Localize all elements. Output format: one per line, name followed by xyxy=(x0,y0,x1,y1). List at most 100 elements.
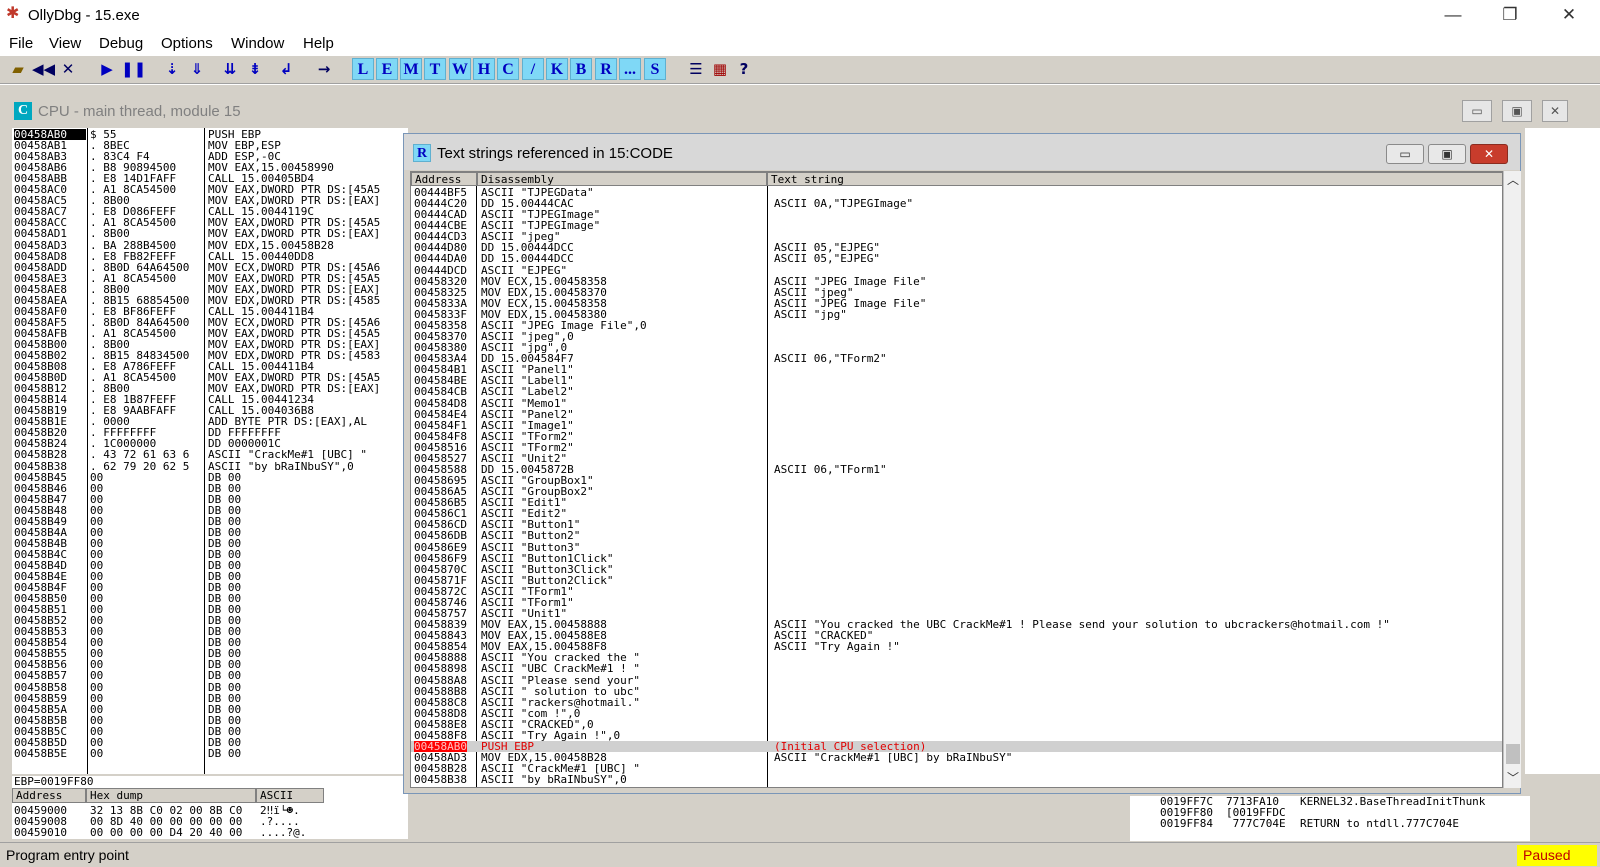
disasm-row[interactable]: 00458B46 00 DB 00 xyxy=(12,483,408,494)
string-row[interactable]: 00444DA0 DD 15.00444DCC ASCII 05,"EJPEG" xyxy=(411,253,1502,264)
vertical-scrollbar[interactable]: ︿ ﹀ xyxy=(1503,171,1521,788)
grid-icon[interactable]: ▦ xyxy=(709,58,731,80)
cpu-button[interactable]: C xyxy=(497,58,519,80)
disasm-row[interactable]: 00458B5C 00 DB 00 xyxy=(12,726,408,737)
close-button[interactable]: ✕ xyxy=(1540,0,1598,30)
disasm-row[interactable]: 00458B4C 00 DB 00 xyxy=(12,549,408,560)
dump-header-address[interactable]: Address xyxy=(12,788,86,803)
string-row[interactable]: 00444CBE ASCII "TJPEGImage" xyxy=(411,220,1502,231)
windows-button[interactable]: W xyxy=(449,58,471,80)
cpu-disassembly-pane[interactable]: 00458AB0 $ 55 PUSH EBP 00458AB1 . 8BEC MOV EB… xyxy=(12,128,408,774)
disasm-row[interactable]: 00458B19 . E8 9AABFAFF CALL 15.004036B8 xyxy=(12,405,408,416)
header-disassembly[interactable]: Disassembly xyxy=(477,172,767,186)
dialog-close-button[interactable]: ✕ xyxy=(1470,144,1508,164)
disasm-row[interactable]: 00458B14 . E8 1B87FEFF CALL 15.00441234 xyxy=(12,394,408,405)
string-row[interactable]: 004584BE ASCII "Label1" xyxy=(411,375,1502,386)
minimize-button[interactable]: — xyxy=(1424,0,1482,30)
disasm-row[interactable]: 00458AE3 . A1 8CA54500 MOV EAX,DWORD PTR D… xyxy=(12,273,408,284)
menu-view[interactable]: View xyxy=(49,35,81,52)
string-row[interactable]: 00458320 MOV ECX,15.00458358 ASCII "JPEG I… xyxy=(411,276,1502,287)
string-row[interactable]: 004588F8 ASCII "Try Again !",0 xyxy=(411,730,1502,741)
handles-button[interactable]: H xyxy=(473,58,495,80)
string-row[interactable]: 0045872C ASCII "TForm1" xyxy=(411,586,1502,597)
disasm-row[interactable]: 00458B12 . 8B00 MOV EAX,DWORD PTR DS:[EAX] xyxy=(12,383,408,394)
disasm-row[interactable]: 00458AE8 . 8B00 MOV EAX,DWORD PTR DS:[EAX] xyxy=(12,284,408,295)
disasm-row[interactable]: 00458B58 00 DB 00 xyxy=(12,682,408,693)
cpu-restore-button[interactable]: ▣ xyxy=(1502,100,1532,122)
disasm-row[interactable]: 00458AF0 . E8 BF86FEFF CALL 15.004411B4 xyxy=(12,306,408,317)
disasm-row[interactable]: 00458AEA . 8B15 68854500 MOV EDX,DWORD PTR… xyxy=(12,295,408,306)
disasm-row[interactable]: 00458B48 00 DB 00 xyxy=(12,505,408,516)
menu-file[interactable]: File xyxy=(9,35,33,52)
disasm-row[interactable]: 00458AFB . A1 8CA54500 MOV EAX,DWORD PTR D… xyxy=(12,328,408,339)
disasm-row[interactable]: 00458AC5 . 8B00 MOV EAX,DWORD PTR DS:[EAX] xyxy=(12,195,408,206)
string-row[interactable]: 00458358 ASCII "JPEG Image File",0 xyxy=(411,320,1502,331)
disasm-row[interactable]: 00458ADD . 8B0D 64A64500 MOV ECX,DWORD PTR… xyxy=(12,262,408,273)
string-row[interactable]: 0045871F ASCII "Button2Click" xyxy=(411,575,1502,586)
menu-debug[interactable]: Debug xyxy=(99,35,143,52)
disasm-row[interactable]: 00458B59 00 DB 00 xyxy=(12,693,408,704)
disasm-row[interactable]: 00458B53 00 DB 00 xyxy=(12,626,408,637)
open-icon[interactable]: ▰ xyxy=(7,58,29,80)
dump-row[interactable]: 00459010 00 00 00 00 D4 20 40 00 ....?@. xyxy=(12,827,408,838)
execute-till-return-icon[interactable]: ↲ xyxy=(275,58,297,80)
disasm-row[interactable]: 00458B51 00 DB 00 xyxy=(12,604,408,615)
string-row[interactable]: 00458370 ASCII "jpeg",0 xyxy=(411,331,1502,342)
rewind-icon[interactable]: ◀◀ xyxy=(32,58,55,80)
disasm-row[interactable]: 00458B38 . 62 79 20 62 5 ASCII "by bRaINbu… xyxy=(12,461,408,472)
disasm-row[interactable]: 00458B52 00 DB 00 xyxy=(12,615,408,626)
disasm-row[interactable]: 00458AD1 . 8B00 MOV EAX,DWORD PTR DS:[EAX] xyxy=(12,228,408,239)
disasm-row[interactable]: 00458ABB . E8 14D1FAFF CALL 15.00405BD4 xyxy=(12,173,408,184)
menu-window[interactable]: Window xyxy=(231,35,284,52)
executable-modules-button[interactable]: E xyxy=(376,58,398,80)
string-row[interactable]: 004588B8 ASCII " solution to ubc" xyxy=(411,685,1502,696)
disasm-row[interactable]: 00458B57 00 DB 00 xyxy=(12,670,408,681)
threads-button[interactable]: T xyxy=(424,58,446,80)
disasm-row[interactable]: 00458B1E . 0000 ADD BYTE PTR DS:[EAX],AL xyxy=(12,416,408,427)
disasm-row[interactable]: 00458B4F 00 DB 00 xyxy=(12,582,408,593)
dump-header-hex[interactable]: Hex dump xyxy=(86,788,256,803)
disasm-row[interactable]: 00458B45 00 DB 00 xyxy=(12,472,408,483)
list-icon[interactable]: ☰ xyxy=(685,58,707,80)
cpu-minimize-button[interactable]: ▭ xyxy=(1462,100,1492,122)
dump-row[interactable]: 00459000 32 13 8B C0 02 00 8B C0 2‼ï└☻. xyxy=(12,805,408,816)
disasm-row[interactable]: 00458B24 . 1C000000 DD 0000001C xyxy=(12,438,408,449)
disasm-row[interactable]: 00458B02 . 8B15 84834500 MOV EDX,DWORD PTR… xyxy=(12,350,408,361)
disasm-row[interactable]: 00458AC7 . E8 D086FEFF CALL 15.0044119C xyxy=(12,206,408,217)
run-icon[interactable]: ▶ xyxy=(96,58,118,80)
cpu-close-button[interactable]: ✕ xyxy=(1542,100,1568,122)
string-row[interactable]: 00458380 ASCII "jpg",0 xyxy=(411,342,1502,353)
trace-into-icon[interactable]: ⇊ xyxy=(219,58,241,80)
patches-button[interactable]: / xyxy=(522,58,544,80)
scroll-thumb[interactable] xyxy=(1506,744,1520,764)
dump-row[interactable]: 00459008 00 8D 40 00 00 00 00 00.?.... xyxy=(12,816,408,827)
disasm-row[interactable]: 00458AB1 . 8BEC MOV EBP,ESP xyxy=(12,140,408,151)
dialog-minimize-button[interactable]: ▭ xyxy=(1386,144,1424,164)
goto-icon[interactable]: → xyxy=(313,58,335,80)
disasm-row[interactable]: 00458AB3 . 83C4 F4 ADD ESP,-0C xyxy=(12,151,408,162)
string-row[interactable]: 00444DCD ASCII "EJPEG" xyxy=(411,264,1502,275)
log-window-button[interactable]: L xyxy=(352,58,374,80)
string-row[interactable]: 004584F1 ASCII "Image1" xyxy=(411,420,1502,431)
dump-header-ascii[interactable]: ASCII xyxy=(256,788,324,803)
disasm-row[interactable]: 00458B54 00 DB 00 xyxy=(12,637,408,648)
string-row[interactable]: 00458746 ASCII "TForm1" xyxy=(411,597,1502,608)
menu-help[interactable]: Help xyxy=(303,35,334,52)
string-row[interactable]: 004588A8 ASCII "Please send your" xyxy=(411,674,1502,685)
disasm-row[interactable]: 00458B47 00 DB 00 xyxy=(12,494,408,505)
maximize-button[interactable]: ❐ xyxy=(1481,0,1539,30)
disasm-row[interactable]: 00458AB6 . B8 90894500 MOV EAX,15.00458990 xyxy=(12,162,408,173)
disasm-row[interactable]: 00458B28 . 43 72 61 63 6 ASCII "CrackMe#1 … xyxy=(12,449,408,460)
stack-pane[interactable]: 0019FF7C 7713FA10 KERNEL32.BaseThreadInitT… xyxy=(1130,796,1530,841)
string-row[interactable]: 004586F9 ASCII "Button1Click" xyxy=(411,553,1502,564)
trace-over-icon[interactable]: ⇟ xyxy=(244,58,266,80)
text-strings-list[interactable]: Address Disassembly Text string 00444BF5… xyxy=(410,171,1503,788)
disasm-row[interactable]: 00458B08 . E8 A786FEFF CALL 15.004411B4 xyxy=(12,361,408,372)
string-row[interactable]: 004584F8 ASCII "TForm2" xyxy=(411,431,1502,442)
scroll-down-icon[interactable]: ﹀ xyxy=(1507,769,1519,786)
disasm-row[interactable]: 00458B5E 00 DB 00 xyxy=(12,748,408,759)
disasm-row[interactable]: 00458ACC . A1 8CA54500 MOV EAX,DWORD PTR D… xyxy=(12,217,408,228)
string-row[interactable]: 004584CB ASCII "Label2" xyxy=(411,386,1502,397)
disasm-row[interactable]: 00458B5B 00 DB 00 xyxy=(12,715,408,726)
disasm-row[interactable]: 00458B00 . 8B00 MOV EAX,DWORD PTR DS:[EAX] xyxy=(12,339,408,350)
